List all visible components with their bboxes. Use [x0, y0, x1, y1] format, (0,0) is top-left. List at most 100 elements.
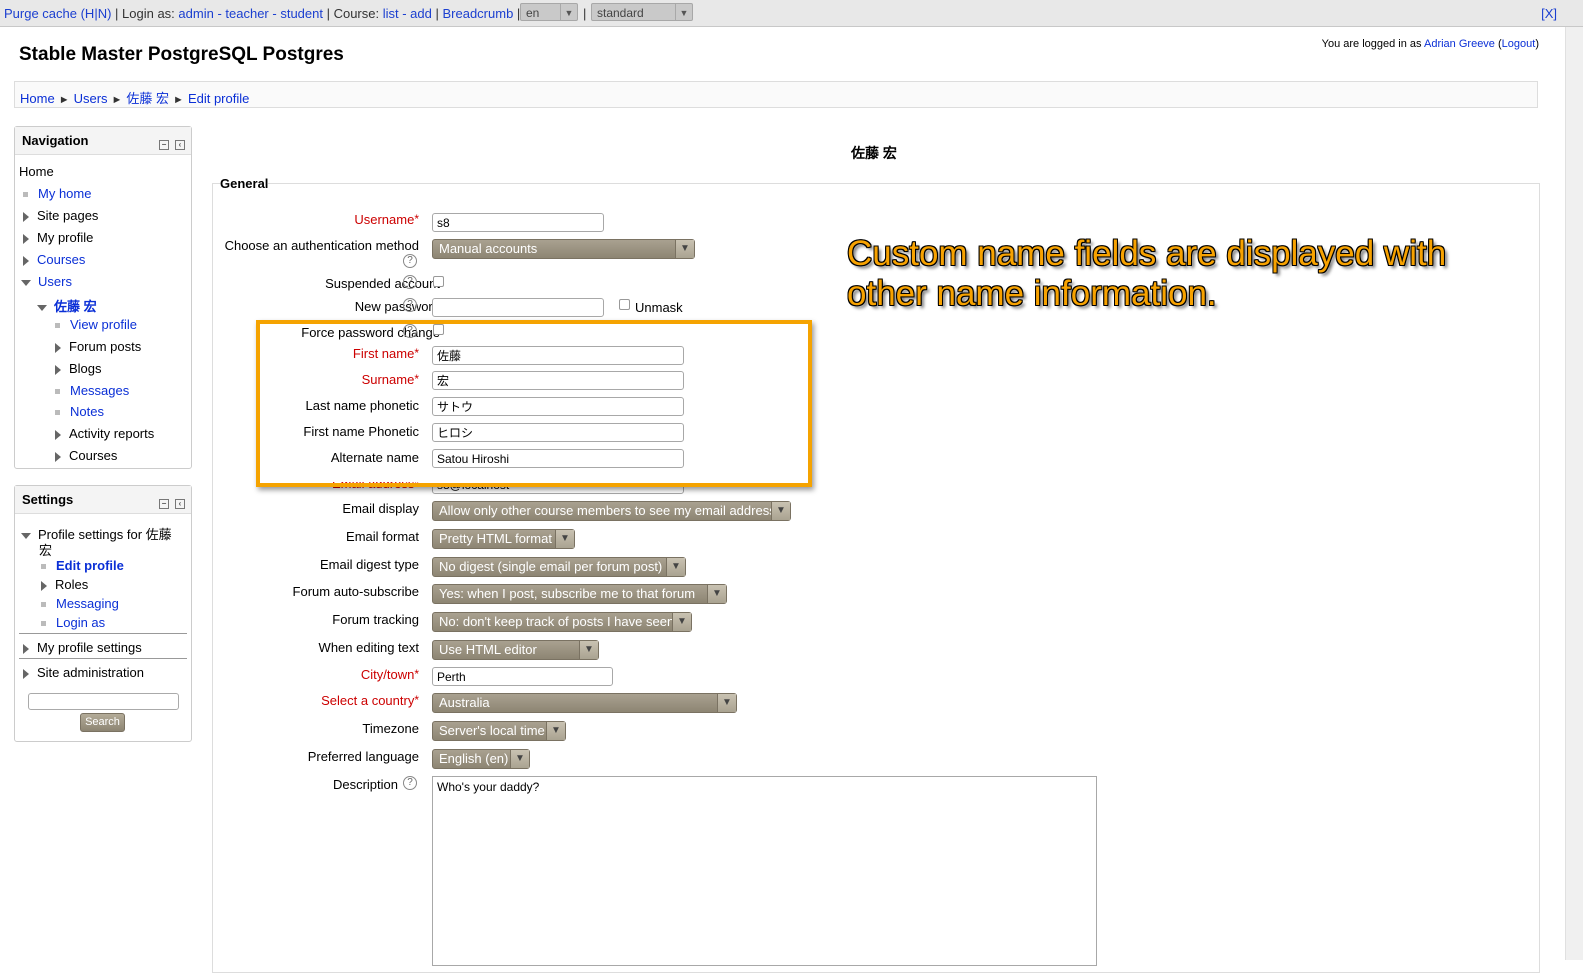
nav-my-profile[interactable]: My profile [23, 230, 93, 245]
chevron-down-icon: ▼ [560, 4, 577, 20]
logout-link[interactable]: Logout [1502, 38, 1536, 50]
digest-type-select[interactable]: No digest (single email per forum post) ▼ [432, 557, 686, 577]
nav-view-profile[interactable]: View profile [55, 317, 137, 332]
site-title: Stable Master PostgreSQL Postgres [19, 44, 344, 65]
page-title: 佐藤 宏 [851, 145, 897, 161]
bullet-icon [41, 621, 46, 627]
close-toolbar-link[interactable]: [X] [1541, 6, 1557, 21]
theme-select-value: standard [597, 6, 644, 20]
nav-forum-posts[interactable]: Forum posts [55, 339, 141, 354]
breadcrumb-users[interactable]: Users [74, 91, 108, 106]
editing-select[interactable]: Use HTML editor ▼ [432, 640, 599, 660]
purge-cache-link[interactable]: Purge cache (H|N) [4, 6, 111, 21]
login-as-student-link[interactable]: student [280, 6, 323, 21]
auth-label: Choose an authentication method [224, 238, 419, 253]
email-format-select[interactable]: Pretty HTML format ▼ [432, 529, 575, 549]
nav-user-courses[interactable]: Courses [55, 448, 117, 463]
suspended-label: Suspended account [325, 276, 440, 291]
editing-label: When editing text [318, 640, 419, 655]
bullet-icon [23, 192, 28, 198]
toolbar-separator: | Login as: [111, 6, 179, 21]
email-display-label: Email display [342, 501, 419, 516]
nav-site-pages[interactable]: Site pages [23, 208, 98, 223]
chevron-down-icon: ▼ [546, 722, 565, 740]
nav-messages[interactable]: Messages [55, 383, 129, 398]
breadcrumb-user[interactable]: 佐藤 宏 [126, 91, 169, 106]
new-password-field[interactable] [432, 298, 604, 317]
login-info-text: You are logged in as [1321, 38, 1424, 50]
email-display-select[interactable]: Allow only other course members to see m… [432, 501, 791, 521]
theme-select[interactable]: standard ▼ [591, 3, 693, 21]
fieldset-legend[interactable]: General [220, 176, 269, 191]
settings-block-header: Settings − ‹ [15, 486, 191, 514]
divider [19, 633, 187, 634]
course-add-link[interactable]: add [410, 6, 432, 21]
settings-messaging[interactable]: Messaging [41, 596, 119, 611]
username-field[interactable] [432, 213, 604, 232]
help-icon[interactable]: ? [403, 254, 417, 268]
admin-search-button[interactable]: Search [80, 713, 125, 732]
admin-search-input[interactable] [28, 693, 179, 710]
auto-subscribe-select[interactable]: Yes: when I post, subscribe me to that f… [432, 584, 727, 604]
expand-icon [23, 668, 29, 679]
timezone-select[interactable]: Server's local time ▼ [432, 721, 566, 741]
highlight-box [256, 320, 812, 487]
settings-profile-settings-cont: 宏 [39, 543, 53, 558]
chevron-down-icon: ▼ [672, 613, 691, 631]
chevron-down-icon: ▼ [707, 585, 726, 603]
nav-activity-reports[interactable]: Activity reports [55, 426, 154, 441]
settings-roles[interactable]: Roles [41, 577, 88, 592]
chevron-down-icon: ▼ [510, 750, 529, 768]
nav-users[interactable]: Users [21, 274, 72, 289]
navigation-block-header: Navigation − ‹ [15, 127, 191, 155]
timezone-label: Timezone [362, 721, 419, 736]
language-select[interactable]: en ▼ [520, 3, 578, 21]
breadcrumb-home[interactable]: Home [20, 91, 55, 106]
nav-notes[interactable]: Notes [55, 404, 104, 419]
settings-site-admin[interactable]: Site administration [23, 665, 144, 680]
course-list-link[interactable]: list [383, 6, 399, 21]
login-as-teacher-link[interactable]: teacher [225, 6, 268, 21]
suspended-checkbox[interactable] [433, 276, 444, 287]
country-select[interactable]: Australia ▼ [432, 693, 737, 713]
breadcrumb-toggle-link[interactable]: Breadcrumb [442, 6, 513, 21]
language-select-value: en [526, 6, 540, 20]
bullet-icon [41, 602, 46, 608]
breadcrumb-edit-profile[interactable]: Edit profile [188, 91, 249, 106]
callout-line: Custom name fields are displayed with [847, 234, 1447, 273]
description-editor[interactable]: Who's your daddy? [432, 776, 1097, 966]
page-scrollbar[interactable] [1565, 27, 1583, 960]
nav-blogs[interactable]: Blogs [55, 361, 102, 376]
chevron-down-icon: ▼ [675, 4, 692, 20]
settings-my-profile-settings[interactable]: My profile settings [23, 640, 142, 655]
settings-login-as[interactable]: Login as [41, 615, 105, 630]
dock-icon[interactable]: ‹ [175, 140, 185, 150]
forum-tracking-select[interactable]: No: don't keep track of posts I have see… [432, 612, 692, 632]
admin-toolbar-row: Purge cache (H|N) | Login as: admin - te… [4, 6, 521, 21]
nav-my-home[interactable]: My home [23, 186, 91, 201]
auth-select[interactable]: Manual accounts ▼ [432, 239, 695, 259]
breadcrumb: Home ► Users ► 佐藤 宏 ► Edit profile [14, 81, 1538, 108]
collapse-icon[interactable]: − [159, 140, 169, 150]
help-icon[interactable]: ? [403, 275, 417, 289]
help-icon[interactable]: ? [403, 298, 417, 312]
city-field[interactable] [432, 667, 613, 686]
help-icon[interactable]: ? [403, 776, 417, 790]
callout-line: other name information. [847, 274, 1217, 313]
nav-home[interactable]: Home [19, 164, 54, 179]
bullet-icon [55, 410, 60, 416]
settings-title: Settings [22, 492, 74, 507]
expand-icon [23, 233, 29, 244]
collapse-icon[interactable]: − [159, 499, 169, 509]
login-as-admin-link[interactable]: admin [178, 6, 213, 21]
settings-edit-profile[interactable]: Edit profile [41, 558, 124, 573]
unmask-checkbox[interactable] [619, 299, 630, 310]
current-user-link[interactable]: Adrian Greeve [1424, 38, 1495, 50]
preferred-language-select[interactable]: English (en) ▼ [432, 749, 530, 769]
nav-user[interactable]: 佐藤 宏 [37, 296, 97, 315]
toolbar-separator: | Course: [322, 6, 383, 21]
city-label: City/town* [360, 667, 419, 682]
dock-icon[interactable]: ‹ [175, 499, 185, 509]
callout-annotation: Custom name fields are displayed with ot… [847, 234, 1446, 314]
nav-courses[interactable]: Courses [23, 252, 85, 267]
